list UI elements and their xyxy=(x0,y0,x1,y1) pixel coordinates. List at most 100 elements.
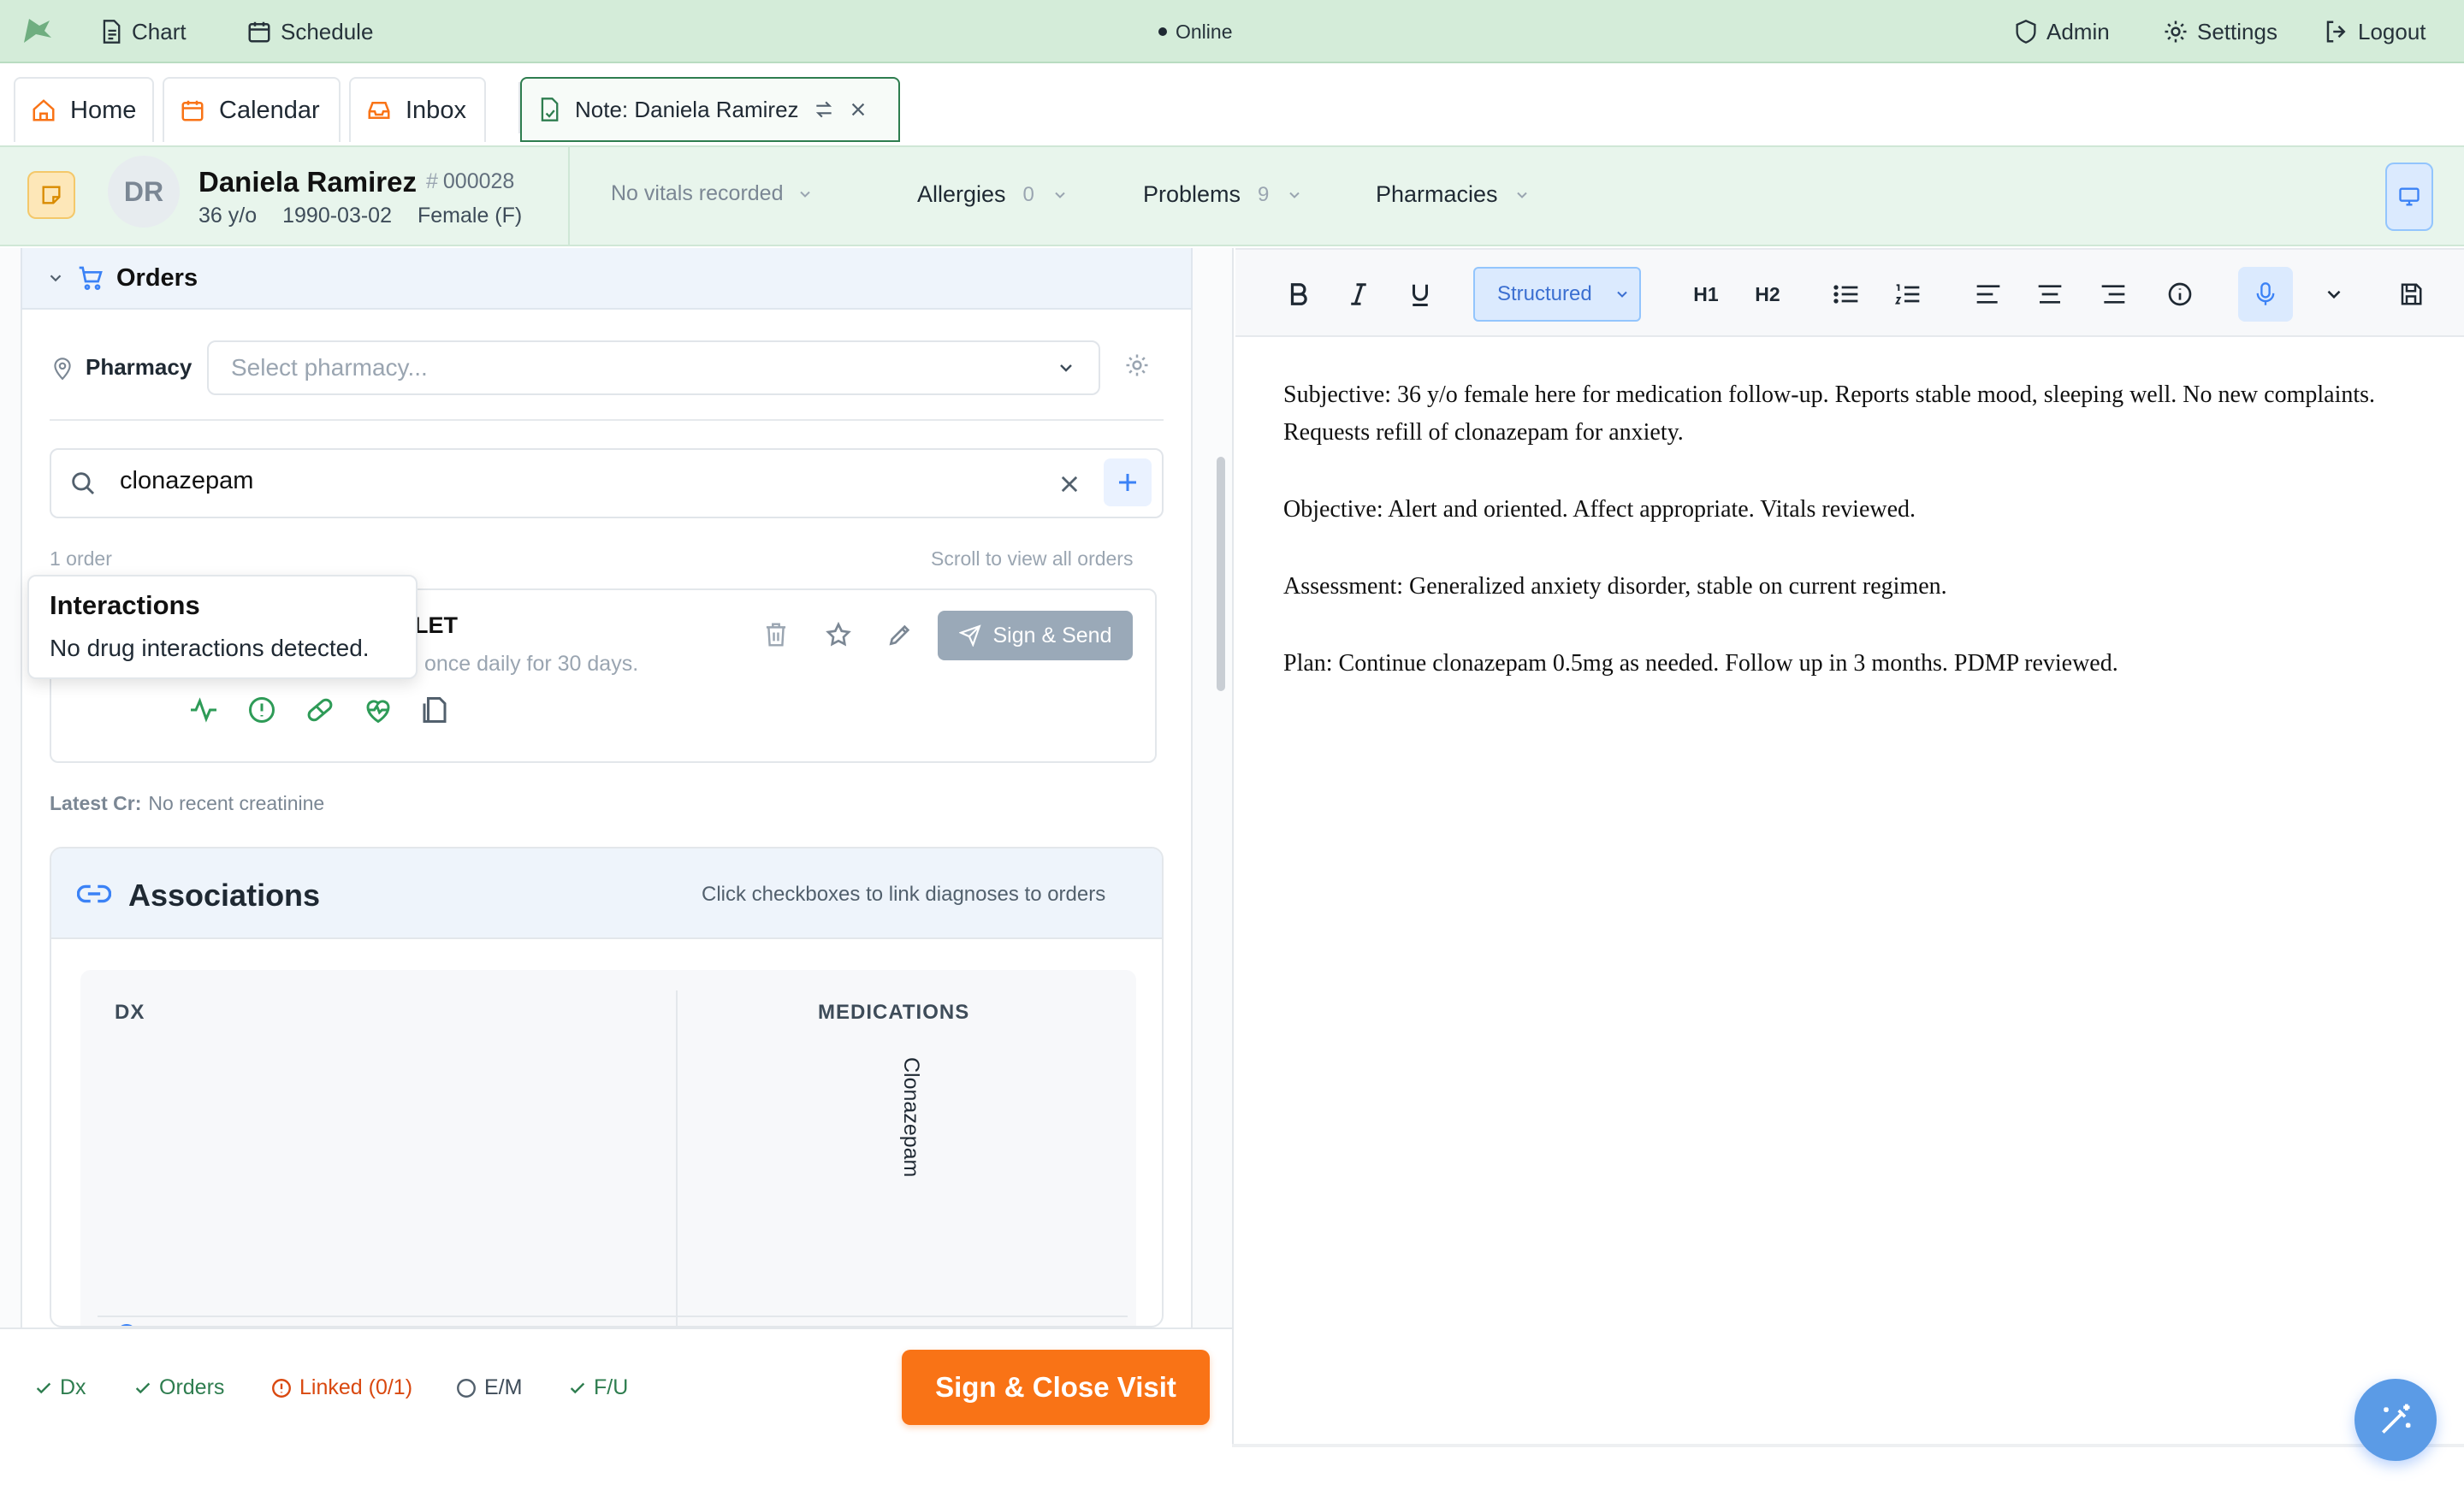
heading-1-button[interactable]: H1 xyxy=(1680,250,1732,339)
clear-search-icon[interactable] xyxy=(1057,472,1081,496)
underline-icon[interactable] xyxy=(1395,250,1446,339)
sign-and-send-button[interactable]: Sign & Send xyxy=(938,611,1133,660)
display-mode-button[interactable] xyxy=(2385,163,2433,231)
pharmacy-label: Pharmacy xyxy=(86,354,192,380)
allergies-dropdown[interactable]: Allergies 0 xyxy=(917,181,1069,208)
nav-settings-label: Settings xyxy=(2197,18,2277,44)
check-em[interactable]: E/M xyxy=(455,1375,522,1400)
heart-pulse-icon[interactable] xyxy=(363,695,394,725)
nav-chart[interactable]: Chart xyxy=(99,0,187,63)
star-icon[interactable] xyxy=(825,621,852,648)
orders-section-header[interactable]: Orders xyxy=(21,248,1193,310)
nav-schedule[interactable]: Schedule xyxy=(246,0,373,63)
numbered-list-icon[interactable] xyxy=(1882,250,1934,339)
trash-icon[interactable] xyxy=(763,621,789,648)
activity-icon[interactable] xyxy=(188,695,219,725)
tab-home[interactable]: Home xyxy=(14,77,154,142)
pharmacies-label: Pharmacies xyxy=(1376,181,1498,207)
italic-icon[interactable] xyxy=(1333,250,1384,339)
tab-inbox[interactable]: Inbox xyxy=(349,77,486,142)
chevron-down-icon xyxy=(1286,186,1303,204)
connection-status: Online xyxy=(1158,0,1232,63)
pharmacy-select[interactable]: Select pharmacy... xyxy=(207,340,1100,395)
swap-icon[interactable] xyxy=(813,98,835,121)
format-select[interactable]: Structured xyxy=(1473,267,1641,322)
close-icon[interactable] xyxy=(849,100,868,119)
matrix-col-medications: MEDICATIONS xyxy=(818,1001,970,1024)
pharmacies-dropdown[interactable]: Pharmacies xyxy=(1376,181,1531,208)
monitor-icon xyxy=(2397,185,2421,209)
align-left-icon[interactable] xyxy=(1963,250,2014,339)
shield-icon xyxy=(2014,19,2038,44)
bold-icon[interactable] xyxy=(1273,250,1324,339)
sticky-note-icon xyxy=(39,183,63,207)
send-icon xyxy=(958,624,981,647)
tab-calendar[interactable]: Calendar xyxy=(163,77,341,142)
cart-icon xyxy=(77,264,104,292)
patient-mrn-value: 000028 xyxy=(442,169,515,193)
matrix-row-divider xyxy=(98,1316,1128,1317)
status-dot xyxy=(1158,27,1167,36)
dictation-button[interactable] xyxy=(2238,267,2293,322)
sticky-note-button[interactable] xyxy=(27,171,75,219)
nav-logout-label: Logout xyxy=(2358,18,2426,44)
latest-cr-label: Latest Cr: xyxy=(50,792,142,814)
sign-and-close-visit-button[interactable]: Sign & Close Visit xyxy=(902,1350,1210,1425)
inbox-icon xyxy=(366,98,392,123)
bullet-list-icon[interactable] xyxy=(1821,250,1872,339)
search-icon xyxy=(68,469,98,498)
save-icon[interactable] xyxy=(2385,250,2437,339)
nav-settings[interactable]: Settings xyxy=(2163,0,2277,63)
align-right-icon[interactable] xyxy=(2088,250,2139,339)
chevron-down-icon xyxy=(1056,358,1076,378)
tab-home-label: Home xyxy=(70,96,137,124)
tab-inbox-label: Inbox xyxy=(406,96,466,124)
check-icon xyxy=(568,1379,587,1398)
calendar-icon xyxy=(246,19,272,44)
sign-and-send-label: Sign & Send xyxy=(992,623,1112,647)
align-center-icon[interactable] xyxy=(2024,250,2076,339)
order-count: 1 order xyxy=(50,547,112,570)
latest-creatinine: Latest Cr: No recent creatinine xyxy=(50,792,324,815)
more-chevron-down-icon[interactable] xyxy=(2308,250,2360,339)
orders-title: Orders xyxy=(116,263,198,292)
editor-toolbar: Structured H1 H2 xyxy=(1235,248,2464,337)
medication-search-input[interactable]: clonazepam xyxy=(120,467,253,495)
app-logo-icon[interactable] xyxy=(21,15,55,46)
plus-icon xyxy=(1115,470,1140,495)
alert-circle-icon[interactable] xyxy=(246,695,277,725)
check-orders-label: Orders xyxy=(159,1375,225,1399)
heading-2-button[interactable]: H2 xyxy=(1742,250,1793,339)
problems-dropdown[interactable]: Problems 9 xyxy=(1143,181,1303,208)
associations-hint: Click checkboxes to link diagnoses to or… xyxy=(702,883,1106,906)
top-bar: Chart Schedule Online Admin Settings Log… xyxy=(0,0,2464,63)
allergies-label: Allergies xyxy=(917,181,1006,207)
pill-icon[interactable] xyxy=(305,695,335,725)
nav-admin[interactable]: Admin xyxy=(2014,0,2110,63)
patient-mrn: # 000028 xyxy=(426,169,514,194)
vitals-dropdown[interactable]: No vitals recorded xyxy=(611,181,814,206)
note-body[interactable]: Subjective: 36 y/o female here for medic… xyxy=(1283,376,2387,683)
order-name: LET xyxy=(414,612,458,638)
chevron-down-icon xyxy=(1614,286,1631,303)
pencil-icon[interactable] xyxy=(886,621,914,648)
info-icon[interactable] xyxy=(2154,250,2206,339)
calendar-icon xyxy=(180,98,205,123)
add-order-button[interactable] xyxy=(1104,458,1152,506)
check-linked[interactable]: Linked (0/1) xyxy=(270,1375,412,1400)
ai-assist-button[interactable] xyxy=(2354,1379,2437,1461)
avatar: DR xyxy=(108,156,180,228)
pharmacy-settings-gear-icon[interactable] xyxy=(1124,352,1150,378)
nav-schedule-label: Schedule xyxy=(281,18,374,44)
tab-note-daniela-ramirez[interactable]: Note: Daniela Ramirez xyxy=(520,77,900,142)
check-linked-label: Linked (0/1) xyxy=(299,1375,413,1399)
left-scrollbar-thumb[interactable] xyxy=(1217,457,1225,691)
check-dx[interactable]: Dx xyxy=(34,1375,86,1400)
check-fu[interactable]: F/U xyxy=(568,1375,628,1400)
alert-circle-icon xyxy=(270,1377,293,1399)
file-copy-icon[interactable] xyxy=(419,695,450,725)
vitals-label: No vitals recorded xyxy=(611,181,784,205)
check-icon xyxy=(133,1379,152,1398)
nav-logout[interactable]: Logout xyxy=(2324,0,2426,63)
check-orders[interactable]: Orders xyxy=(133,1375,224,1400)
